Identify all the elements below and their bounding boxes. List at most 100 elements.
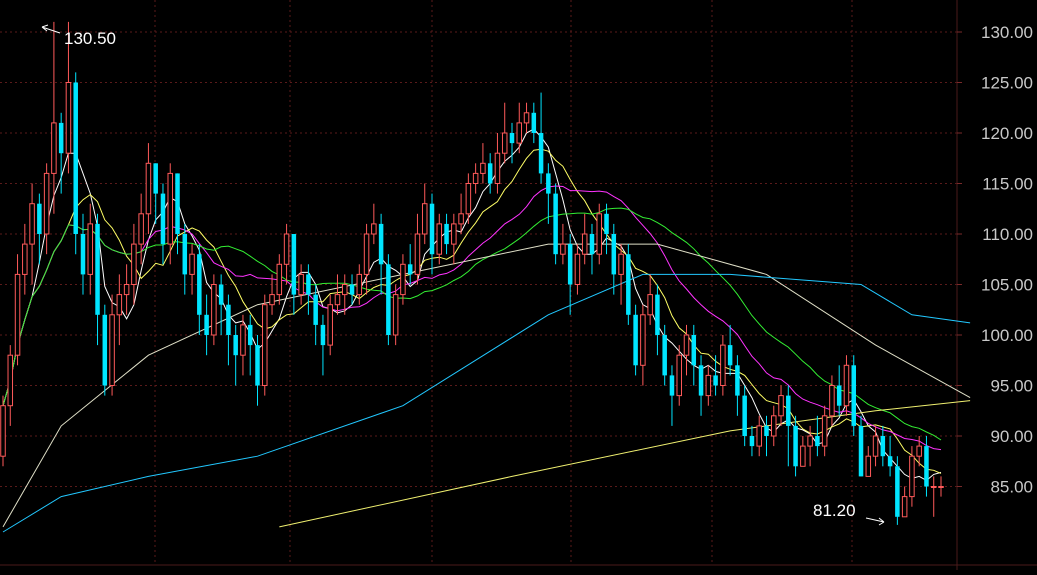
candle-body-down — [73, 82, 78, 234]
candle-body-up — [865, 455, 872, 477]
candle-body-up — [363, 233, 370, 275]
candle — [182, 223, 188, 295]
candle — [821, 405, 828, 457]
candle-body-up — [0, 405, 6, 457]
candle-body-down — [378, 223, 384, 265]
candle — [851, 355, 856, 436]
candle — [392, 284, 399, 346]
candle — [436, 213, 443, 265]
candle — [262, 294, 268, 396]
candle — [909, 446, 915, 507]
candle-body-up — [123, 284, 130, 296]
candle-body-up — [872, 435, 879, 457]
high-price-label: 130.50 — [64, 29, 116, 48]
candle-body-up — [574, 253, 581, 285]
candle — [509, 122, 515, 164]
candle — [742, 385, 747, 447]
candle-body-down — [786, 395, 791, 426]
candle-body-down — [611, 234, 617, 275]
candle-body-down — [669, 375, 675, 396]
candle — [320, 314, 326, 376]
candle — [0, 395, 6, 467]
candle — [378, 213, 384, 295]
candle-body-up — [523, 112, 530, 124]
candle — [400, 254, 406, 305]
candle — [487, 153, 493, 194]
candle — [283, 223, 290, 285]
candle — [581, 213, 588, 265]
ma-line-ma120 — [2, 273, 971, 533]
candle — [938, 476, 944, 497]
candle — [7, 345, 14, 426]
candle-body-up — [145, 162, 152, 215]
candle — [771, 405, 777, 447]
candle — [764, 415, 769, 457]
candle — [218, 274, 224, 335]
candle — [531, 102, 537, 144]
axis-tick-label: 90.00 — [990, 427, 1033, 446]
candle — [872, 425, 879, 467]
candle — [930, 476, 937, 517]
candle-body-up — [414, 233, 421, 275]
candle-body-down — [662, 335, 667, 376]
candle-body-down — [836, 385, 842, 406]
candle — [705, 365, 712, 406]
candle-body-down — [349, 284, 355, 295]
candle — [407, 244, 413, 285]
candle — [865, 446, 872, 477]
candle — [429, 193, 435, 275]
candle-body-down — [851, 365, 856, 426]
candle — [494, 133, 501, 194]
candle-body-down — [291, 234, 297, 295]
candle — [626, 244, 631, 325]
candle-body-down — [735, 365, 740, 396]
candle-body-up — [356, 273, 363, 296]
candle — [102, 304, 108, 396]
candle — [756, 415, 762, 457]
candle-body-down — [153, 163, 158, 194]
candle-body-up — [916, 445, 922, 457]
candle-body-down — [226, 304, 231, 335]
candle-body-down — [218, 284, 224, 305]
candle-body-down — [306, 274, 311, 295]
candle — [901, 486, 908, 518]
candle — [421, 183, 428, 245]
candle-body-down — [247, 324, 253, 346]
candle — [386, 254, 391, 346]
candle-body-up — [22, 243, 28, 275]
chart-stage: 130.00 125.00 120.00 115.00 110.00 105.00 100.… — [0, 0, 1037, 570]
candle — [29, 183, 35, 285]
candle — [778, 385, 784, 426]
candle-body-up — [211, 284, 217, 336]
candle — [211, 274, 217, 346]
candle — [95, 213, 100, 346]
candle-body-up — [65, 82, 72, 154]
candle-body-up — [262, 304, 268, 387]
candle-body-up — [283, 233, 290, 265]
candle — [153, 163, 158, 224]
candlestick-chart[interactable]: 130.00 125.00 120.00 115.00 110.00 105.00 100.… — [0, 0, 1037, 570]
candle-body-down — [880, 436, 886, 457]
candle — [371, 203, 377, 245]
candle-body-down — [531, 112, 537, 133]
candle-body-down — [815, 436, 820, 447]
candle-body-down — [182, 234, 188, 275]
candle — [87, 203, 94, 295]
candle — [349, 274, 355, 305]
candle-body-down — [589, 234, 595, 255]
candle — [618, 244, 624, 305]
candle — [189, 244, 195, 295]
axis-tick-label: 100.00 — [981, 326, 1033, 345]
candle-body-down — [895, 466, 900, 517]
candle — [829, 375, 835, 426]
candle — [589, 223, 595, 275]
candle-body-up — [465, 183, 472, 215]
candle-body-up — [800, 445, 806, 467]
candle — [836, 365, 842, 416]
candle-body-down — [567, 244, 573, 285]
price-axis: 130.00 125.00 120.00 115.00 110.00 105.00 100.… — [957, 23, 1033, 497]
candle — [334, 274, 341, 315]
candle — [560, 223, 566, 265]
candle-body-down — [858, 425, 864, 477]
candle — [633, 304, 638, 376]
